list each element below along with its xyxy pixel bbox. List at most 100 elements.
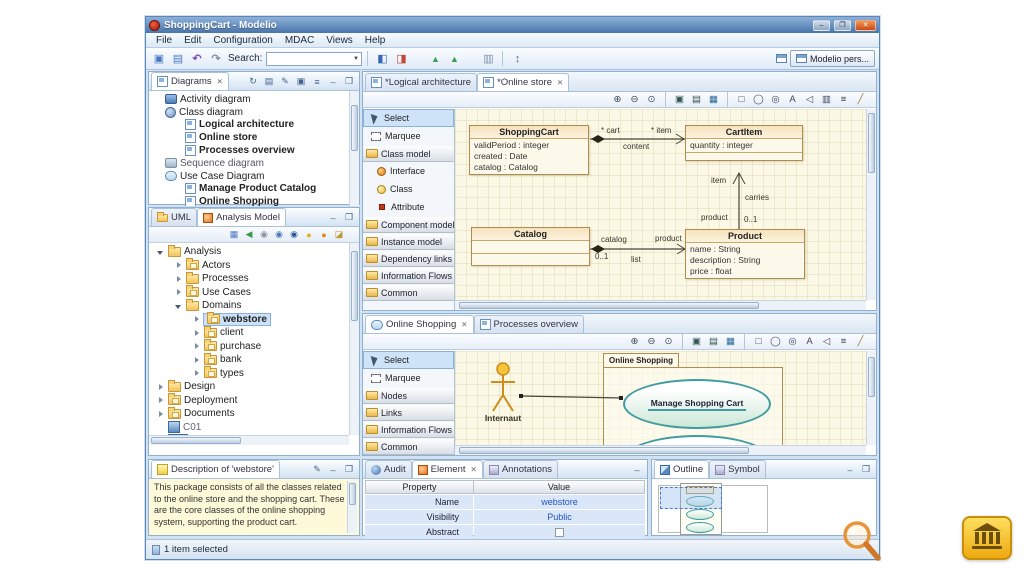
print-icon[interactable]: ▤ bbox=[689, 94, 704, 105]
palette-group-links[interactable]: Links bbox=[363, 404, 454, 421]
show-grid-icon[interactable]: ◯ bbox=[768, 336, 783, 347]
usecase-diagram-canvas[interactable]: Online Shopping Manage Shopping Cart bbox=[455, 351, 866, 445]
close-button[interactable]: ✕ bbox=[855, 20, 876, 31]
maximize-panel-icon[interactable]: ❐ bbox=[343, 212, 355, 223]
usecase-canvas-hscrollbar[interactable] bbox=[455, 445, 866, 455]
font-icon[interactable]: A bbox=[802, 336, 817, 347]
tree-item-online-store[interactable]: Online store bbox=[149, 131, 359, 144]
property-row-abstract[interactable]: Abstract bbox=[365, 525, 645, 539]
expander-icon[interactable] bbox=[175, 261, 183, 269]
layout-icon[interactable]: ▥ bbox=[819, 94, 834, 105]
actor-internaut[interactable]: Internaut bbox=[473, 413, 533, 423]
class-shoppingcart[interactable]: ShoppingCart validPeriod : integer creat… bbox=[469, 125, 589, 175]
show-masked-icon[interactable]: ◉ bbox=[258, 229, 270, 240]
flat-view-icon[interactable]: ▦ bbox=[228, 229, 240, 240]
model-vscrollbar[interactable] bbox=[349, 243, 359, 435]
tab-analysis-model[interactable]: Analysis Model bbox=[197, 208, 286, 226]
undo-icon[interactable]: ↶ bbox=[188, 50, 206, 67]
pen-icon[interactable]: ╱ bbox=[853, 336, 868, 347]
tab-processes-overview[interactable]: Processes overview bbox=[474, 315, 584, 333]
align-icon[interactable]: ◁ bbox=[802, 94, 817, 105]
sync-icon[interactable]: ↕ bbox=[508, 50, 526, 67]
class-canvas-hscrollbar[interactable] bbox=[455, 300, 866, 310]
zoom-in-icon[interactable]: ⊕ bbox=[627, 336, 642, 347]
property-value[interactable]: Public bbox=[474, 510, 645, 524]
tab-audit[interactable]: Audit bbox=[365, 460, 412, 478]
palette-group-information-flows[interactable]: Information Flows bbox=[363, 421, 454, 438]
tree-item-bank[interactable]: bank bbox=[149, 353, 359, 367]
minimize-panel-icon[interactable]: ‒ bbox=[327, 77, 339, 87]
minimize-panel-icon[interactable]: ‒ bbox=[327, 213, 339, 223]
expander-icon[interactable] bbox=[157, 383, 165, 391]
perspective-button[interactable]: Modelio pers... bbox=[790, 50, 875, 67]
palette-group-component-model[interactable]: Component model bbox=[363, 216, 454, 233]
palette-group-dependency-links[interactable]: Dependency links bbox=[363, 250, 454, 267]
page-setup-icon[interactable]: □ bbox=[751, 336, 766, 347]
model-hscrollbar[interactable] bbox=[149, 435, 349, 445]
expander-icon[interactable] bbox=[175, 275, 183, 283]
search-dropdown-icon[interactable]: ▼ bbox=[350, 56, 361, 62]
palette-marquee[interactable]: Marquee bbox=[363, 369, 454, 387]
tab-logical-architecture[interactable]: *Logical architecture bbox=[365, 73, 477, 91]
settings-icon[interactable]: ◪ bbox=[333, 229, 345, 240]
save-diagram-icon[interactable]: ▣ bbox=[672, 94, 687, 105]
tree-item-deployment[interactable]: Deployment bbox=[149, 394, 359, 408]
palette-group-class-model[interactable]: Class model bbox=[363, 145, 454, 162]
save-icon[interactable]: ▤ bbox=[169, 50, 187, 67]
tab-description[interactable]: Description of 'webstore' bbox=[151, 460, 280, 478]
collapse-all-icon[interactable]: ▤ bbox=[263, 76, 275, 87]
class-product[interactable]: Product name : String description : Stri… bbox=[685, 229, 805, 279]
palette-group-information-flows[interactable]: Information Flows bbox=[363, 267, 454, 284]
expander-icon[interactable] bbox=[193, 342, 201, 350]
tab-online-store[interactable]: *Online store ✕ bbox=[477, 73, 569, 91]
tree-item-domains[interactable]: Domains bbox=[149, 299, 359, 313]
palette-group-instance-model[interactable]: Instance model bbox=[363, 233, 454, 250]
palette-attribute[interactable]: Attribute bbox=[363, 198, 454, 216]
tree-item-purchase[interactable]: purchase bbox=[149, 340, 359, 354]
tab-uml[interactable]: UML bbox=[151, 208, 197, 226]
palette-group-common[interactable]: Common bbox=[363, 438, 454, 455]
tree-item-actors[interactable]: Actors bbox=[149, 259, 359, 273]
tree-item-use-case-diagram[interactable]: Use Case Diagram bbox=[149, 170, 359, 183]
maximize-panel-icon[interactable]: ❐ bbox=[343, 76, 355, 87]
column-value[interactable]: Value bbox=[474, 480, 645, 494]
maximize-panel-icon[interactable]: ❐ bbox=[860, 464, 872, 475]
expander-icon[interactable] bbox=[157, 410, 165, 418]
menu-mdac[interactable]: MDAC bbox=[279, 35, 320, 46]
tree-item-processes-overview[interactable]: Processes overview bbox=[149, 144, 359, 157]
menu-configuration[interactable]: Configuration bbox=[207, 35, 278, 46]
maximize-panel-icon[interactable]: ❐ bbox=[343, 464, 355, 475]
class-cartitem[interactable]: CartItem quantity : integer bbox=[685, 125, 803, 161]
open-diagram-icon[interactable]: ◧ bbox=[373, 50, 391, 67]
palette-group-nodes[interactable]: Nodes bbox=[363, 387, 454, 404]
description-scrollbar[interactable] bbox=[347, 481, 357, 533]
tab-outline[interactable]: Outline bbox=[654, 460, 709, 478]
zoom-out-icon[interactable]: ⊖ bbox=[644, 336, 659, 347]
property-row-visibility[interactable]: Visibility Public bbox=[365, 510, 645, 524]
tab-close-icon[interactable]: ✕ bbox=[471, 465, 477, 474]
tree-item-documents[interactable]: Documents bbox=[149, 407, 359, 421]
tree-item-online-shopping[interactable]: Online Shopping bbox=[149, 195, 359, 206]
align-icon[interactable]: ◁ bbox=[819, 336, 834, 347]
snap-icon[interactable]: ◎ bbox=[768, 94, 783, 105]
class-canvas-vscrollbar[interactable] bbox=[866, 109, 876, 300]
expander-open-icon[interactable] bbox=[175, 302, 183, 310]
tree-item-use-cases[interactable]: Use Cases bbox=[149, 286, 359, 300]
filter-orange-icon[interactable]: ● bbox=[318, 230, 330, 240]
expander-icon[interactable] bbox=[175, 288, 183, 296]
minimize-panel-icon[interactable]: ‒ bbox=[844, 465, 856, 475]
export-image-icon[interactable]: ▦ bbox=[723, 336, 738, 347]
palette-select[interactable]: Select bbox=[363, 109, 454, 127]
edit-description-icon[interactable]: ✎ bbox=[311, 464, 323, 475]
new-diagram-icon[interactable]: ▣ bbox=[295, 76, 307, 87]
menu-file[interactable]: File bbox=[150, 35, 178, 46]
create-package-icon[interactable]: ▲ bbox=[445, 50, 463, 67]
view-menu-icon[interactable]: ≡ bbox=[311, 77, 323, 87]
snap-icon[interactable]: ◎ bbox=[785, 336, 800, 347]
zoom-out-icon[interactable]: ⊖ bbox=[627, 94, 642, 105]
zoom-fit-icon[interactable]: ⊙ bbox=[644, 94, 659, 105]
tab-online-shopping[interactable]: Online Shopping ✕ bbox=[365, 315, 474, 333]
tree-item-activity-diagram[interactable]: Activity diagram bbox=[149, 93, 359, 106]
perspective-icon[interactable] bbox=[776, 54, 787, 63]
pen-icon[interactable]: ╱ bbox=[853, 94, 868, 105]
